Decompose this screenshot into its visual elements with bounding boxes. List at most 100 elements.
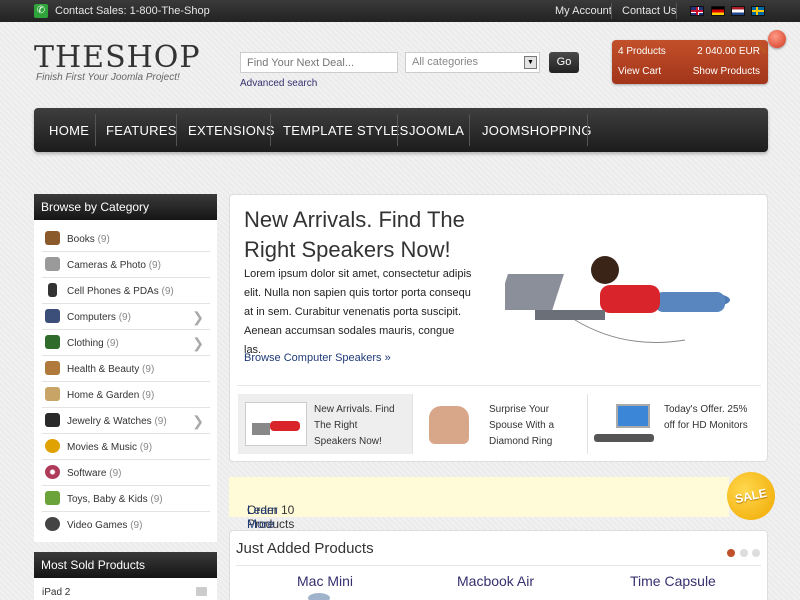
thumb-caption-3[interactable]: Today's Offer. 25% off for HD Monitors <box>664 402 748 434</box>
chevron-right-icon: ❯ <box>192 309 204 325</box>
hero-title: New Arrivals. Find The Right Speakers No… <box>244 207 465 262</box>
contact-sales-text: Contact Sales: 1-800-The-Shop <box>55 5 210 17</box>
sidebar-item-software[interactable]: Software (9) <box>42 460 210 486</box>
figure-shape <box>270 421 300 431</box>
nav-joomshopping[interactable]: JOOMSHOPPING <box>482 123 592 138</box>
category-count: (9) <box>130 520 143 531</box>
sidebar-item-label: Movies & Music (9) <box>67 442 152 453</box>
thumb-caption-text: Today's Offer. 25% off for HD Monitors <box>664 404 748 431</box>
germany-flag-icon[interactable] <box>711 6 725 16</box>
browse-by-category-header: Browse by Category <box>34 194 217 220</box>
sidebar-item-movies-music[interactable]: Movies & Music (9) <box>42 434 210 460</box>
sidebar-item-label: Computers (9) <box>67 312 131 323</box>
thumb-caption-text: Surprise Your Spouse With a Diamond Ring <box>489 404 555 447</box>
sidebar-item-computers[interactable]: Computers (9) ❯ <box>42 304 210 330</box>
nav-features[interactable]: FEATURES <box>106 123 177 138</box>
category-count: (9) <box>139 442 153 453</box>
sidebar-item-home-garden[interactable]: Home & Garden (9) <box>42 382 210 408</box>
search-input[interactable] <box>240 52 398 73</box>
phone-icon <box>48 283 57 297</box>
category-name: Jewelry & Watches <box>67 416 152 427</box>
home-icon <box>45 387 60 401</box>
head-shape <box>591 256 619 284</box>
view-cart-link[interactable]: View Cart <box>618 66 661 77</box>
nav-home[interactable]: HOME <box>49 123 89 138</box>
sweden-flag-icon[interactable] <box>751 6 765 16</box>
sidebar-item-video-games[interactable]: Video Games (9) <box>42 512 210 538</box>
sidebar-item-clothing[interactable]: Clothing (9) ❯ <box>42 330 210 356</box>
laptop-base <box>535 310 605 320</box>
sidebar-item-jewelry[interactable]: Jewelry & Watches (9) ❯ <box>42 408 210 434</box>
nav-template-styles[interactable]: TEMPLATE STYLES <box>283 123 409 138</box>
sidebar-item-label: Home & Garden (9) <box>67 390 154 401</box>
site-logo[interactable]: THESHOP <box>34 40 201 75</box>
thumb-divider <box>587 394 588 454</box>
sidebar-item-label: Cameras & Photo (9) <box>67 260 161 271</box>
nav-extensions[interactable]: EXTENSIONS <box>188 123 275 138</box>
most-sold-header: Most Sold Products <box>34 552 217 578</box>
sidebar-item-health-beauty[interactable]: Health & Beauty (9) <box>42 356 210 382</box>
category-name: Health & Beauty <box>67 364 140 375</box>
nav-divider <box>397 114 398 146</box>
sidebar-item-cameras[interactable]: Cameras & Photo (9) <box>42 252 210 278</box>
product-image-mac-mini <box>308 593 330 600</box>
category-name: Video Games <box>67 520 128 531</box>
chevron-right-icon: ❯ <box>192 335 204 351</box>
category-count: (9) <box>106 338 119 349</box>
thumb-caption-1[interactable]: New Arrivals. Find The Right Speakers No… <box>314 402 400 450</box>
advanced-search-link[interactable]: Advanced search <box>240 78 317 89</box>
product-title-macbook-air[interactable]: Macbook Air <box>457 573 534 589</box>
search-go-button[interactable]: Go <box>549 52 579 73</box>
computer-icon <box>45 309 60 323</box>
carousel-dot[interactable] <box>752 549 760 557</box>
software-icon <box>45 465 60 479</box>
thumb-caption-2[interactable]: Surprise Your Spouse With a Diamond Ring <box>489 402 581 450</box>
carousel-dot-active[interactable] <box>727 549 735 557</box>
sidebar-item-label: Health & Beauty (9) <box>67 364 154 375</box>
sidebar-item-books[interactable]: Books (9) <box>42 226 210 252</box>
show-products-link[interactable]: Show Products <box>693 66 760 77</box>
clothing-icon <box>45 335 60 349</box>
category-count: (9) <box>142 390 155 401</box>
category-count: (9) <box>148 260 161 271</box>
category-name: Cell Phones & PDAs <box>67 286 159 297</box>
most-sold-item[interactable]: iPad 2 <box>42 587 70 598</box>
sidebar-item-cell-phones[interactable]: Cell Phones & PDAs (9) <box>42 278 210 304</box>
section-divider <box>236 565 761 566</box>
legs-shape <box>655 292 725 312</box>
category-count: (9) <box>142 364 155 375</box>
carousel-dot[interactable] <box>740 549 748 557</box>
shirt-shape <box>600 285 660 313</box>
nav-joomla[interactable]: JOOMLA <box>409 123 464 138</box>
category-name: Cameras & Photo <box>67 260 146 271</box>
cart-widget: 4 Products 2 040.00 EUR View Cart Show P… <box>612 40 768 84</box>
nav-divider <box>469 114 470 146</box>
video-games-icon <box>45 517 60 531</box>
sidebar-item-label: Toys, Baby & Kids (9) <box>67 494 163 505</box>
top-bar: ✆ Contact Sales: 1-800-The-Shop My Accou… <box>0 0 800 22</box>
netherlands-flag-icon[interactable] <box>731 6 745 16</box>
health-icon <box>45 361 60 375</box>
sidebar-item-toys[interactable]: Toys, Baby & Kids (9) <box>42 486 210 512</box>
uk-flag-icon[interactable] <box>690 6 704 16</box>
hero-image <box>505 256 730 343</box>
just-added-title: Just Added Products <box>236 540 374 557</box>
sidebar-item-label: Cell Phones & PDAs (9) <box>67 286 174 297</box>
category-name: Movies & Music <box>67 442 138 453</box>
sidebar-item-label: Software (9) <box>67 468 121 479</box>
sidebar-item-label: Clothing (9) <box>67 338 119 349</box>
movies-icon <box>45 439 60 453</box>
my-account-link[interactable]: My Account <box>555 5 612 17</box>
category-select-value: All categories <box>412 56 479 68</box>
browse-speakers-link[interactable]: Browse Computer Speakers » <box>244 352 391 364</box>
most-sold-list: iPad 2 <box>34 578 217 600</box>
category-name: Home & Garden <box>67 390 140 401</box>
product-title-time-capsule[interactable]: Time Capsule <box>630 573 716 589</box>
laptop-icon <box>252 423 270 435</box>
product-title-mac-mini[interactable]: Mac Mini <box>297 573 353 589</box>
thumb-image-girl <box>245 402 307 446</box>
books-icon <box>45 231 60 245</box>
monitor-icon <box>616 404 650 428</box>
category-select[interactable]: All categories ▼ <box>405 52 540 73</box>
contact-us-link[interactable]: Contact Us <box>622 5 676 17</box>
